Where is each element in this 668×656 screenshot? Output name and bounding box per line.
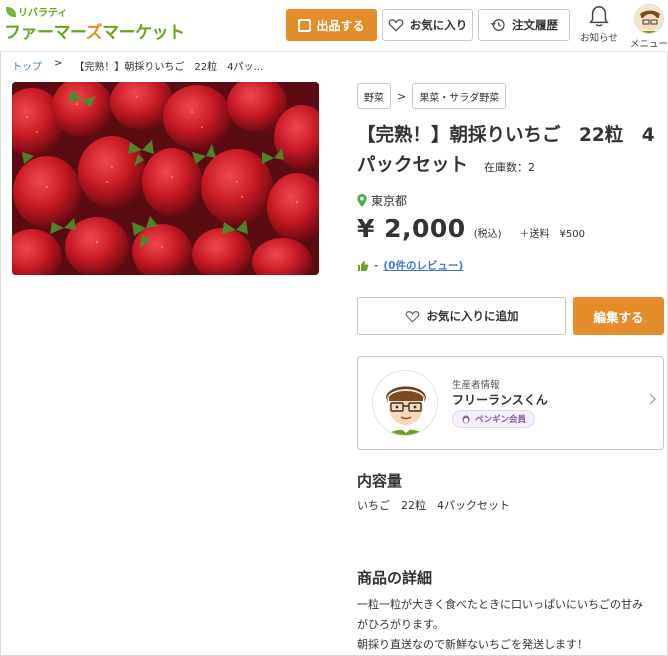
contents-text: いちご 22粒 4パックセット (357, 499, 510, 512)
shipping-fee: ＋送料 ¥500 (519, 229, 585, 240)
add-to-favorites-label: お気に入りに追加 (426, 309, 519, 323)
seller-avatar (372, 370, 438, 436)
logo-text-part-3: マーケット (102, 23, 185, 43)
heart-icon (405, 310, 419, 323)
logo-main-text: ファーマーズマーケット (4, 18, 185, 43)
add-to-favorites-button[interactable]: お気に入りに追加 (357, 297, 566, 335)
seller-avatar-icon (373, 371, 437, 435)
order-history-button[interactable]: 注文履歴 (478, 9, 570, 41)
logo-small-text: リバラティ (18, 8, 68, 19)
details-heading: 商品の詳細 (357, 569, 433, 587)
order-history-button-label: 注文履歴 (512, 18, 558, 32)
site-logo[interactable]: リバラティ ファーマーズマーケット (4, 4, 185, 46)
edit-button-label: 編集する (593, 309, 644, 325)
breadcrumb-separator: > (54, 58, 63, 69)
user-avatar (634, 4, 664, 34)
breadcrumb: トップ > 【完熟！】朝採りいちご 22粒 4パッ… (12, 58, 263, 73)
details-line-1: 一粒一粒が大きく食べたときに口いっぱいにいちごの甘み (357, 598, 643, 611)
edit-button[interactable]: 編集する (573, 297, 664, 335)
menu-label: メニュー (629, 39, 668, 50)
camera-icon (298, 18, 312, 32)
price-row: ¥ 2,000 (税込) ＋送料 ¥500 (357, 214, 585, 243)
user-avatar-icon (635, 5, 663, 33)
tax-note: (税込) (473, 229, 502, 240)
rating-value: - (374, 259, 379, 272)
review-link[interactable]: (0件のレビュー) (383, 258, 463, 273)
favorites-button[interactable]: お気に入り (382, 9, 473, 41)
sell-button-label: 出品する (316, 18, 365, 33)
stock-count: 在庫数：2 (484, 161, 536, 174)
menu-button[interactable]: メニュー (620, 4, 668, 50)
product-photo[interactable] (12, 82, 319, 275)
location-pin-icon (357, 194, 367, 207)
site-header: リバラティ ファーマーズマーケット 出品する お気に入り 注文履歴 お知らせ メ… (0, 0, 668, 52)
thumbs-up-icon (358, 260, 369, 271)
logo-text-part-2: ズ (85, 23, 103, 43)
favorites-button-label: お気に入り (409, 18, 468, 32)
product-location: 東京都 (357, 192, 407, 209)
details-line-3: 朝採り直送なので新鮮ないちごを発送します！ (357, 638, 588, 651)
history-icon (490, 19, 505, 31)
category-tag-vegetable[interactable]: 野菜 (357, 83, 391, 109)
product-title: 【完熟！】朝採りいちご 22粒 4パックセット 在庫数：2 (357, 121, 662, 183)
contents-heading: 内容量 (357, 472, 403, 490)
heart-icon (388, 19, 404, 32)
chevron-right-icon (644, 393, 656, 405)
seller-section-label: 生産者情報 (452, 380, 500, 391)
category-separator: > (397, 89, 407, 103)
seller-card[interactable]: 生産者情報 フリーランスくん ペンギン会員 (357, 356, 664, 450)
logo-brand: リバラティ (6, 4, 67, 19)
category-tag-fruit-vegetable[interactable]: 果菜・サラダ野菜 (412, 83, 507, 109)
membership-badge-label: ペンギン会員 (475, 415, 527, 425)
strawberries-photo (12, 82, 319, 275)
bell-icon (589, 6, 609, 27)
category-tags: 野菜 > 果菜・サラダ野菜 (357, 83, 507, 109)
details-line-2: がひろがります。 (357, 618, 444, 631)
breadcrumb-home[interactable]: トップ (12, 58, 42, 73)
breadcrumb-current: 【完熟！】朝採りいちご 22粒 4パッ… (74, 62, 264, 73)
location-text: 東京都 (371, 194, 408, 208)
logo-text-part-1: ファーマー (4, 23, 86, 43)
penguin-icon (462, 415, 470, 424)
seller-name: フリーランスくん (452, 393, 548, 407)
notifications-label: お知らせ (580, 33, 618, 44)
leaf-icon (6, 6, 16, 17)
review-summary: - (0件のレビュー) (357, 258, 463, 273)
membership-badge: ペンギン会員 (452, 410, 536, 428)
product-price: ¥ 2,000 (357, 214, 466, 243)
sell-button[interactable]: 出品する (286, 9, 377, 41)
